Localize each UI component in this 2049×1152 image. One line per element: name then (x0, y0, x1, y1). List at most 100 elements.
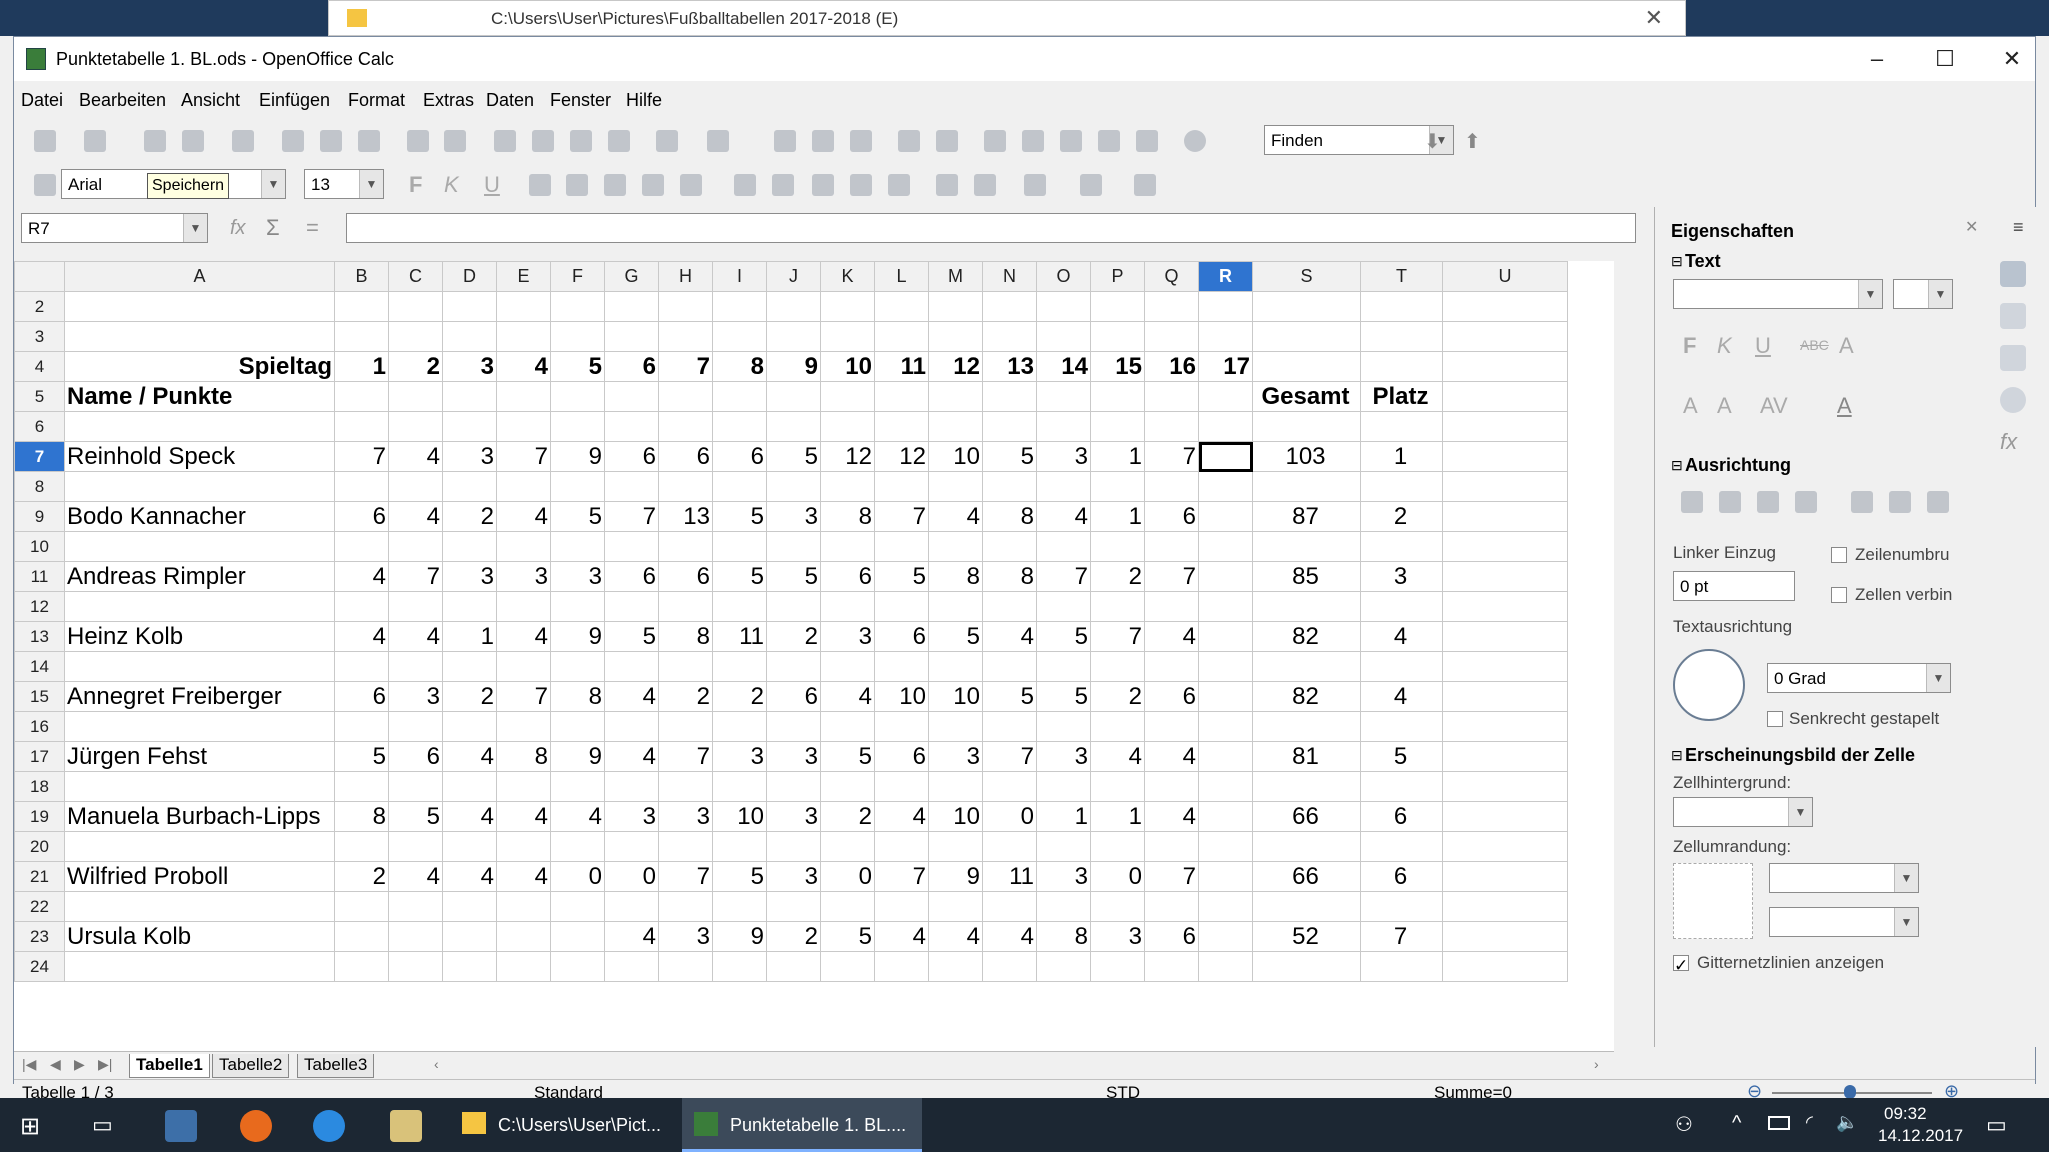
name-box[interactable]: R7 ▼ (21, 213, 208, 243)
row-header[interactable]: 9 (14, 501, 65, 532)
column-header-e[interactable]: E (496, 261, 551, 292)
points-cell[interactable]: 4 (604, 681, 659, 712)
points-cell[interactable]: 0 (550, 861, 605, 892)
cell[interactable] (496, 411, 551, 442)
points-cell[interactable]: 4 (604, 741, 659, 772)
formula-input[interactable] (346, 213, 1636, 243)
datasources-icon[interactable] (1098, 130, 1120, 152)
cell[interactable] (982, 831, 1037, 862)
column-header-d[interactable]: D (442, 261, 497, 292)
row-header[interactable]: 12 (14, 591, 65, 622)
points-cell[interactable]: 6 (388, 741, 443, 772)
cell[interactable] (1036, 321, 1091, 352)
sidebar-italic-icon[interactable]: K (1717, 333, 1732, 359)
hyperlink-icon[interactable] (774, 130, 796, 152)
cell[interactable] (604, 321, 659, 352)
cell[interactable] (64, 771, 335, 802)
matchday-number[interactable]: 5 (550, 351, 605, 382)
points-cell[interactable]: 6 (712, 441, 767, 472)
windows-start-icon[interactable]: ⊞ (20, 1112, 40, 1141)
cell[interactable] (64, 291, 335, 322)
export-pdf-icon[interactable] (282, 130, 304, 152)
rank-header[interactable]: Platz (1360, 381, 1443, 412)
player-name[interactable]: Andreas Rimpler (64, 561, 335, 592)
sidebar-styles-icon[interactable] (2000, 303, 2026, 329)
cell[interactable] (1144, 951, 1199, 982)
cell[interactable] (1252, 831, 1361, 862)
points-cell[interactable]: 4 (928, 501, 983, 532)
font-color-icon[interactable] (1134, 174, 1156, 196)
cell[interactable] (766, 471, 821, 502)
cell[interactable] (874, 831, 929, 862)
cell[interactable] (1360, 471, 1443, 502)
points-cell[interactable]: 7 (1144, 441, 1199, 472)
cell[interactable] (496, 591, 551, 622)
cell[interactable] (1442, 621, 1568, 652)
points-cell[interactable] (1198, 501, 1253, 532)
column-header-m[interactable]: M (928, 261, 983, 292)
firefox-icon[interactable] (240, 1110, 272, 1142)
sum-icon[interactable]: Σ (266, 215, 280, 241)
cell[interactable] (442, 771, 497, 802)
points-cell[interactable] (550, 921, 605, 952)
cell[interactable] (604, 951, 659, 982)
cell[interactable] (1198, 381, 1253, 412)
menu-fenster[interactable]: Fenster (550, 90, 611, 111)
cell[interactable] (604, 591, 659, 622)
row-header[interactable]: 13 (14, 621, 65, 652)
points-cell[interactable]: 8 (334, 801, 389, 832)
cell[interactable] (1198, 891, 1253, 922)
points-cell[interactable]: 4 (442, 861, 497, 892)
points-cell[interactable]: 5 (982, 681, 1037, 712)
align-left-icon[interactable] (529, 174, 551, 196)
cell[interactable] (1036, 291, 1091, 322)
cell[interactable] (64, 951, 335, 982)
background-color-select[interactable]: ▼ (1673, 797, 1813, 827)
spreadsheet-grid[interactable]: ABCDEFGHIJKLMNOPQRSTU 2 3 4 Spieltag 1 2 3 4 5 6 7… (14, 261, 1614, 1051)
cell[interactable] (550, 951, 605, 982)
cell[interactable] (712, 591, 767, 622)
cell[interactable] (1036, 591, 1091, 622)
chevron-down-icon[interactable]: ▼ (1926, 664, 1950, 692)
cell[interactable] (388, 951, 443, 982)
cell[interactable] (1360, 771, 1443, 802)
cell[interactable] (442, 411, 497, 442)
cell[interactable] (1036, 951, 1091, 982)
zoom-icon[interactable] (1136, 130, 1158, 152)
email-icon[interactable] (182, 130, 204, 152)
cell[interactable] (1442, 591, 1568, 622)
indent-spinner[interactable]: 0 pt (1673, 571, 1795, 601)
cell[interactable] (550, 321, 605, 352)
row-header[interactable]: 10 (14, 531, 65, 562)
rank-cell[interactable]: 6 (1360, 801, 1443, 832)
cell[interactable] (1198, 291, 1253, 322)
cell[interactable] (820, 951, 875, 982)
cell[interactable] (1144, 651, 1199, 682)
cell[interactable] (712, 711, 767, 742)
points-cell[interactable]: 8 (820, 501, 875, 532)
row-header[interactable]: 19 (14, 801, 65, 832)
sidebar-align-right-icon[interactable] (1757, 491, 1779, 513)
points-cell[interactable]: 1 (1090, 501, 1145, 532)
cell[interactable] (604, 771, 659, 802)
cell[interactable] (334, 891, 389, 922)
cell[interactable] (442, 711, 497, 742)
column-header-f[interactable]: F (550, 261, 605, 292)
cell[interactable] (496, 831, 551, 862)
cell[interactable] (1360, 321, 1443, 352)
rank-cell[interactable]: 4 (1360, 681, 1443, 712)
column-header-g[interactable]: G (604, 261, 659, 292)
points-cell[interactable]: 4 (928, 921, 983, 952)
column-header-u[interactable]: U (1442, 261, 1568, 292)
scroll-left-icon[interactable]: ‹ (434, 1056, 439, 1072)
cell[interactable] (928, 891, 983, 922)
points-cell[interactable]: 10 (712, 801, 767, 832)
cell[interactable] (1442, 471, 1568, 502)
cell[interactable] (442, 291, 497, 322)
cell[interactable] (658, 651, 713, 682)
collapse-icon[interactable]: ⊟ (1671, 253, 1683, 270)
sidebar-bold-icon[interactable]: F (1683, 333, 1696, 359)
points-cell[interactable]: 5 (604, 621, 659, 652)
menu-datei[interactable]: Datei (21, 90, 63, 111)
cell[interactable] (496, 711, 551, 742)
